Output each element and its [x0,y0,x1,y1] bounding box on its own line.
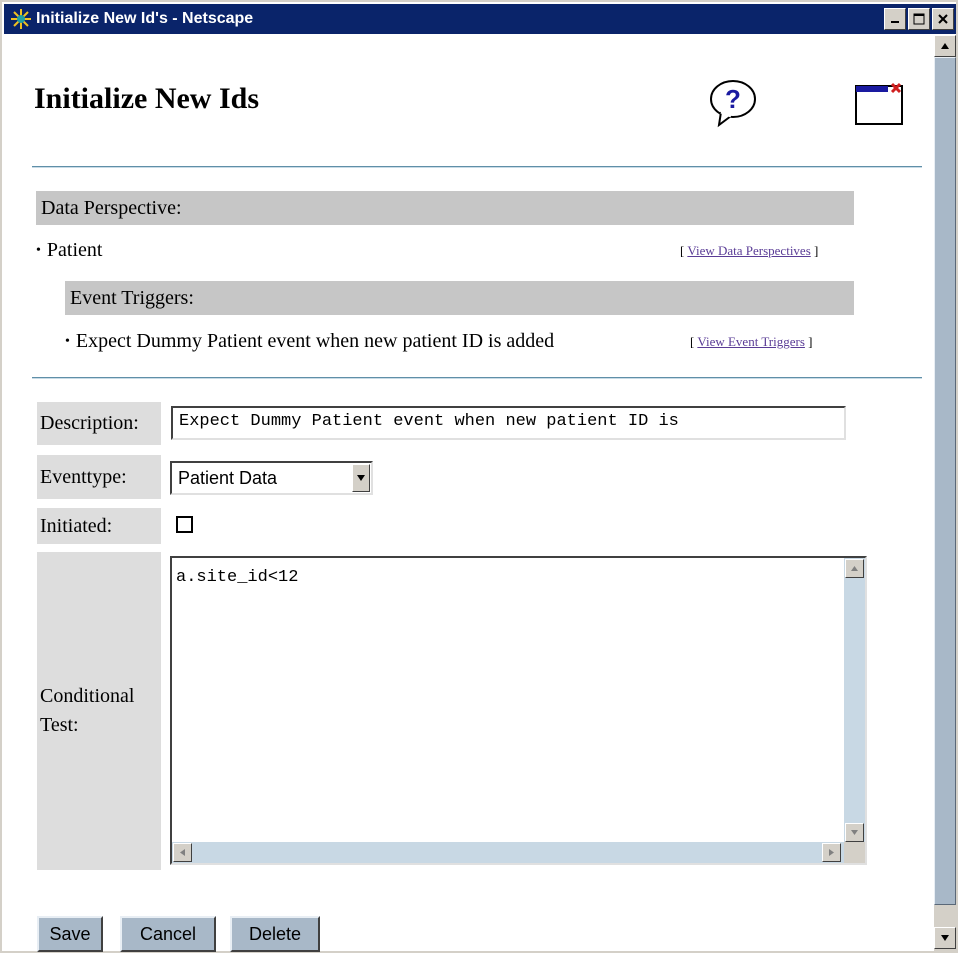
bullet-icon: • [65,334,70,349]
browser-window: Initialize New Id's - Netscape Initializ… [0,0,958,953]
data-perspective-item-label: Patient [46,239,103,261]
initiated-label: Initiated: [37,508,161,544]
scroll-down-arrow[interactable] [934,927,956,949]
divider-middle [32,377,922,379]
initiated-checkbox[interactable] [176,516,193,533]
data-perspective-item: • Patient [36,239,102,262]
eventtype-label: Eventtype: [37,455,161,499]
conditional-test-label-line2: Test: [40,714,79,736]
view-event-triggers-link[interactable]: View Event Triggers [697,334,805,349]
cancel-button[interactable]: Cancel [120,916,216,952]
save-button[interactable]: Save [37,916,103,952]
netscape-icon [10,8,32,30]
scroll-up-arrow[interactable] [934,35,956,57]
conditional-test-value: a.site_id<12 [176,568,299,587]
conditional-test-textarea[interactable]: a.site_id<12 [170,556,867,865]
view-data-perspectives-link-wrap: [ View Data Perspectives ] [680,243,819,258]
divider-top [32,166,922,168]
view-data-perspectives-link[interactable]: View Data Perspectives [687,243,810,258]
view-event-triggers-link-wrap: [ View Event Triggers ] [690,334,813,349]
textarea-vertical-scrollbar[interactable] [844,558,865,843]
maximize-button[interactable] [908,8,930,30]
scroll-right-arrow[interactable] [822,843,841,862]
chevron-down-icon[interactable] [352,464,370,492]
scroll-down-arrow[interactable] [845,823,864,842]
event-triggers-header: Event Triggers: [65,281,854,315]
scroll-up-arrow[interactable] [845,559,864,578]
window-title: Initialize New Id's - Netscape [36,10,254,27]
svg-text:?: ? [725,84,741,114]
scroll-left-arrow[interactable] [173,843,192,862]
bullet-icon: • [36,243,41,258]
minimize-button[interactable] [884,8,906,30]
page-scrollbar[interactable] [934,35,956,951]
description-label: Description: [37,402,161,445]
eventtype-select[interactable]: Patient Data [170,461,373,495]
close-button[interactable] [932,8,954,30]
conditional-test-label-line1: Conditional [40,685,135,707]
event-trigger-item-label: Expect Dummy Patient event when new pati… [75,330,555,352]
textarea-horizontal-scrollbar[interactable] [172,842,844,863]
textarea-resize-corner [844,842,865,863]
delete-button[interactable]: Delete [230,916,320,952]
help-icon[interactable]: ? [707,79,759,138]
eventtype-selected-value: Patient Data [178,467,278,488]
data-perspective-header: Data Perspective: [36,191,854,225]
conditional-test-label: Conditional Test: [37,552,161,870]
scroll-thumb[interactable] [934,57,956,905]
close-window-icon[interactable] [855,81,905,130]
page-title: Initialize New Ids [34,82,259,115]
event-trigger-item: • Expect Dummy Patient event when new pat… [65,330,554,353]
title-bar[interactable]: Initialize New Id's - Netscape [4,4,956,34]
description-input[interactable]: Expect Dummy Patient event when new pati… [171,406,846,440]
